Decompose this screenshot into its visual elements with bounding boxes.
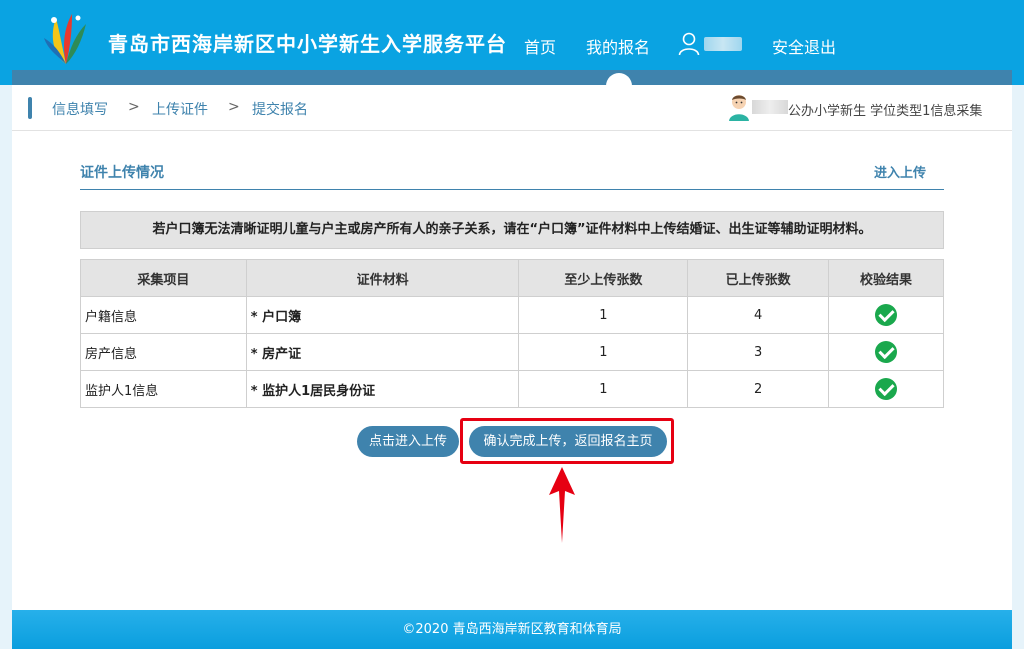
- check-icon: [875, 378, 898, 400]
- highlight-box: [460, 418, 674, 464]
- breadcrumb-separator: >: [128, 99, 140, 115]
- breadcrumb-step-upload[interactable]: 上传证件: [152, 99, 208, 119]
- header-band: [12, 70, 1012, 85]
- student-info: 公办小学新生 学位类型1信息采集: [788, 104, 983, 119]
- nav-home[interactable]: 首页: [524, 34, 556, 58]
- top-header: 青岛市西海岸新区中小学新生入学服务平台 首页 我的报名 安全退出: [0, 0, 1024, 87]
- cell-uploaded-count: 4: [687, 296, 830, 334]
- col-header-min-count: 至少上传张数: [518, 259, 689, 297]
- col-header-uploaded-count: 已上传张数: [687, 259, 830, 297]
- footer: ©2020 青岛西海岸新区教育和体育局: [12, 610, 1012, 649]
- student-avatar-icon: [729, 95, 749, 121]
- user-icon: [678, 32, 700, 56]
- section-divider: [80, 189, 944, 190]
- cell-min-count: 1: [518, 370, 689, 408]
- enter-upload-button[interactable]: 点击进入上传: [357, 426, 459, 457]
- cell-uploaded-count: 3: [687, 333, 830, 371]
- notice-banner: 若户口簿无法清晰证明儿童与户主或房产所有人的亲子关系，请在“户口簿”证件材料中上…: [80, 211, 944, 249]
- breadcrumb-step-fill-info[interactable]: 信息填写: [52, 99, 108, 119]
- user-name-blurred: [704, 37, 742, 51]
- document-table: 采集项目 证件材料 至少上传张数 已上传张数 校验结果 户籍信息 * 户口簿 1…: [80, 259, 944, 408]
- cell-item: 监护人1信息: [80, 370, 247, 408]
- table-row: 房产信息 * 房产证 1 3: [80, 333, 944, 371]
- enter-upload-link[interactable]: 进入上传: [874, 162, 926, 181]
- cell-item: 户籍信息: [80, 296, 247, 334]
- nav-logout[interactable]: 安全退出: [772, 34, 836, 58]
- cell-document: * 房产证: [245, 333, 520, 371]
- cell-document: * 监护人1居民身份证: [245, 370, 520, 408]
- site-title: 青岛市西海岸新区中小学新生入学服务平台: [108, 32, 507, 56]
- table-row: 户籍信息 * 户口簿 1 4: [80, 296, 944, 334]
- breadcrumb-separator: >: [228, 99, 240, 115]
- cell-min-count: 1: [518, 333, 689, 371]
- arrow-up-icon: [549, 467, 575, 543]
- section-title: 证件上传情况: [80, 165, 164, 181]
- col-header-item: 采集项目: [80, 259, 247, 297]
- cell-item: 房产信息: [80, 333, 247, 371]
- breadcrumb-step-submit[interactable]: 提交报名: [252, 99, 308, 119]
- breadcrumb: 信息填写 > 上传证件 > 提交报名 公办小学新生 学位类型1信息采集: [12, 85, 1012, 131]
- main-card: 信息填写 > 上传证件 > 提交报名 公办小学新生 学位类型1信息采集 证件上传…: [12, 85, 1012, 610]
- table-header-row: 采集项目 证件材料 至少上传张数 已上传张数 校验结果: [80, 259, 944, 297]
- cell-uploaded-count: 2: [687, 370, 830, 408]
- student-name-blurred: [752, 100, 788, 114]
- breadcrumb-marker: [28, 97, 32, 119]
- platform-logo: [44, 14, 86, 64]
- cell-min-count: 1: [518, 296, 689, 334]
- col-header-verify-result: 校验结果: [828, 259, 944, 297]
- table-row: 监护人1信息 * 监护人1居民身份证 1 2: [80, 370, 944, 408]
- check-icon: [875, 341, 898, 363]
- check-icon: [875, 304, 898, 326]
- col-header-document: 证件材料: [245, 259, 520, 297]
- nav-my-registration[interactable]: 我的报名: [586, 34, 650, 58]
- cell-document: * 户口簿: [245, 296, 520, 334]
